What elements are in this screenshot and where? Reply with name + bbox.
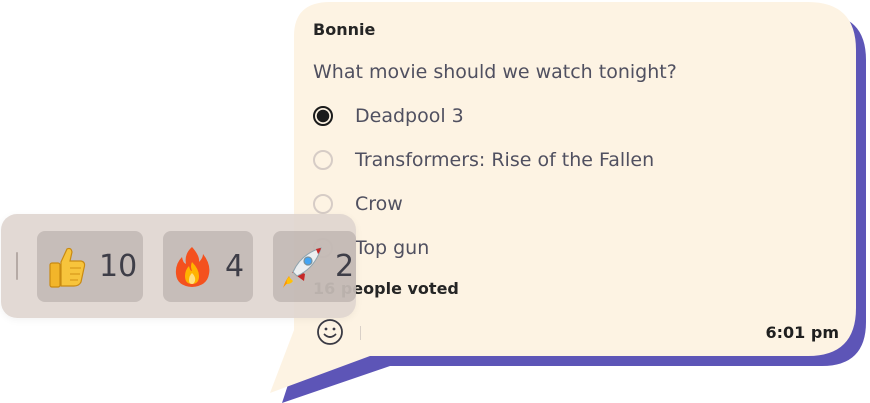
poll-option-1[interactable]: Deadpool 3 [313, 103, 464, 129]
radio-unselected-icon[interactable] [313, 150, 333, 170]
thumbs-up-icon [49, 247, 86, 288]
fire-icon [175, 246, 210, 287]
sender-name: Bonnie [313, 20, 376, 39]
poll-option-label: Deadpool 3 [355, 105, 464, 127]
reactions-divider [16, 252, 18, 280]
reaction-count: 4 [225, 249, 245, 284]
reaction-count: 2 [335, 249, 355, 284]
poll-option-2[interactable]: Transformers: Rise of the Fallen [313, 147, 654, 173]
message-time: 6:01 pm [765, 323, 840, 342]
radio-unselected-icon[interactable] [313, 194, 333, 214]
radio-selected-icon[interactable] [313, 106, 333, 126]
footer-divider [360, 326, 361, 340]
poll-question: What movie should we watch tonight? [313, 61, 677, 83]
reaction-rocket[interactable]: 2 [273, 231, 356, 302]
poll-option-label: Crow [355, 193, 403, 215]
rocket-icon [283, 246, 322, 288]
reaction-thumbs-up[interactable]: 10 [37, 231, 143, 302]
chat-poll-stage: Bonnie What movie should we watch tonigh… [0, 0, 870, 403]
poll-option-label: Top gun [355, 237, 430, 259]
reaction-fire[interactable]: 4 [163, 231, 253, 302]
reaction-count: 10 [99, 249, 138, 284]
poll-option-label: Transformers: Rise of the Fallen [355, 149, 655, 171]
smiley-icon[interactable] [315, 317, 345, 347]
